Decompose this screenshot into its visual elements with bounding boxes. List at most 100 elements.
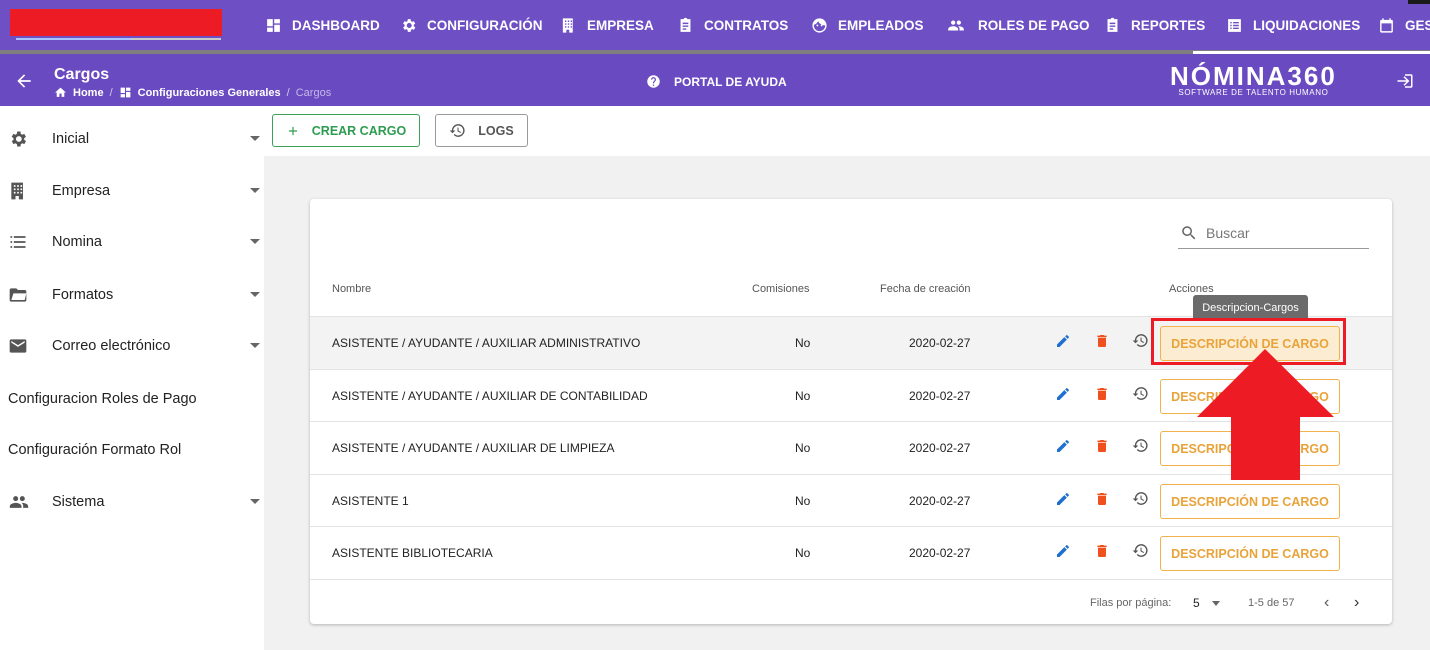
history-icon[interactable] bbox=[1132, 542, 1149, 559]
cell-comisiones: No bbox=[795, 441, 811, 455]
sidebar-item-label: Inicial bbox=[52, 131, 90, 147]
sidebar-item-config-formato[interactable]: Configuración Formato Rol bbox=[0, 425, 264, 475]
dashboard-icon bbox=[267, 18, 280, 32]
column-header-fecha[interactable]: Fecha de creación bbox=[880, 283, 971, 295]
next-page-icon[interactable]: › bbox=[1354, 594, 1359, 612]
edit-pencil-icon[interactable] bbox=[1055, 543, 1071, 559]
search-field[interactable] bbox=[1178, 217, 1369, 249]
search-input[interactable] bbox=[1206, 224, 1356, 241]
cell-nombre: ASISTENTE 1 bbox=[332, 494, 409, 508]
breadcrumb-home[interactable]: Home bbox=[73, 87, 104, 99]
help-label: PORTAL DE AYUDA bbox=[674, 74, 787, 89]
nav-dashboard[interactable]: DASHBOARD bbox=[265, 0, 380, 50]
table-pagination: Filas por página: 5 1-5 de 57 ‹ › bbox=[310, 579, 1392, 624]
folder-open-icon bbox=[9, 288, 27, 302]
chevron-down-icon bbox=[250, 136, 260, 141]
cell-comisiones: No bbox=[795, 494, 811, 508]
sidebar-item-formatos[interactable]: Formatos bbox=[0, 270, 264, 320]
logo-underline bbox=[131, 38, 221, 40]
history-icon[interactable] bbox=[1132, 332, 1149, 349]
history-icon bbox=[449, 124, 465, 137]
nav-configuracion[interactable]: CONFIGURACIÓN bbox=[400, 0, 543, 50]
gear-icon bbox=[11, 131, 27, 147]
column-header-nombre[interactable]: Nombre bbox=[332, 283, 371, 295]
delete-trash-icon[interactable] bbox=[1094, 543, 1110, 559]
sidebar-item-label: Nomina bbox=[52, 234, 102, 250]
create-cargo-button[interactable]: CREAR CARGO bbox=[272, 114, 420, 147]
create-cargo-label: CREAR CARGO bbox=[311, 123, 407, 138]
edit-pencil-icon[interactable] bbox=[1055, 491, 1071, 507]
sidebar-item-config-roles[interactable]: Configuracion Roles de Pago bbox=[0, 374, 264, 424]
history-icon[interactable] bbox=[1132, 385, 1149, 402]
cell-nombre: ASISTENTE / AYUDANTE / AUXILIAR ADMINIST… bbox=[332, 336, 641, 350]
cell-nombre: ASISTENTE / AYUDANTE / AUXILIAR DE LIMPI… bbox=[332, 441, 615, 455]
previous-page-icon[interactable]: ‹ bbox=[1324, 594, 1329, 612]
sidebar-item-empresa[interactable]: Empresa bbox=[0, 166, 264, 216]
table-row[interactable]: ASISTENTE 1 No 2020-02-27 DESCRIPCIÓN DE… bbox=[310, 474, 1392, 527]
logs-button[interactable]: LOGS bbox=[435, 114, 528, 147]
sidebar: Inicial Empresa Nomina Formatos Correo e… bbox=[0, 106, 264, 650]
logout-icon[interactable] bbox=[1396, 72, 1414, 90]
column-header-comisiones[interactable]: Comisiones bbox=[752, 283, 809, 295]
list-icon bbox=[10, 236, 26, 248]
descripcion-cargo-button[interactable]: DESCRIPCIÓN DE CARGO bbox=[1160, 484, 1340, 519]
breadcrumb-configuraciones[interactable]: Configuraciones Generales bbox=[138, 87, 281, 99]
nav-roles-de-pago[interactable]: ROLES DE PAGO bbox=[944, 0, 1090, 50]
nav-reportes[interactable]: REPORTES bbox=[1104, 0, 1205, 50]
breadcrumb: Home / Configuraciones Generales / Cargo… bbox=[54, 86, 331, 99]
history-icon[interactable] bbox=[1132, 437, 1149, 454]
nav-contratos[interactable]: CONTRATOS bbox=[677, 0, 788, 50]
nav-empleados[interactable]: EMPLEADOS bbox=[811, 0, 924, 50]
cell-nombre: ASISTENTE / AYUDANTE / AUXILIAR DE CONTA… bbox=[332, 389, 648, 403]
cell-comisiones: No bbox=[795, 336, 811, 350]
chevron-down-icon bbox=[250, 188, 260, 193]
chevron-down-icon[interactable] bbox=[1212, 601, 1220, 606]
cell-fecha: 2020-02-27 bbox=[909, 441, 971, 455]
home-icon bbox=[55, 87, 66, 97]
help-portal-link[interactable]: PORTAL DE AYUDA bbox=[646, 74, 787, 89]
rows-per-page-label: Filas por página: bbox=[1090, 597, 1172, 609]
rows-per-page-select[interactable]: 5 bbox=[1193, 596, 1200, 610]
edit-pencil-icon[interactable] bbox=[1055, 386, 1071, 402]
face-icon bbox=[812, 17, 827, 33]
window-corner bbox=[1408, 0, 1430, 4]
nav-label: LIQUIDACIONES bbox=[1253, 17, 1361, 33]
page-header: Cargos Home / Configuraciones Generales … bbox=[0, 54, 1430, 106]
breadcrumb-current: Cargos bbox=[295, 86, 332, 99]
breadcrumb-separator: / bbox=[286, 86, 290, 99]
company-logo-redacted[interactable] bbox=[10, 9, 222, 36]
nav-ges[interactable]: GES bbox=[1378, 0, 1430, 50]
back-arrow-icon[interactable] bbox=[14, 71, 34, 91]
brand-name: NÓMINA360 bbox=[1170, 61, 1337, 91]
nav-label: EMPLEADOS bbox=[838, 17, 924, 33]
delete-trash-icon[interactable] bbox=[1094, 386, 1110, 402]
edit-pencil-icon[interactable] bbox=[1055, 333, 1071, 349]
descripcion-cargo-button[interactable]: DESCRIPCIÓN DE CARGO bbox=[1160, 536, 1340, 571]
sidebar-item-label: Correo electrónico bbox=[52, 338, 171, 354]
dashboard-icon bbox=[120, 87, 130, 98]
edit-pencil-icon[interactable] bbox=[1055, 438, 1071, 454]
nav-label: REPORTES bbox=[1131, 17, 1206, 33]
chevron-down-icon bbox=[250, 292, 260, 297]
chevron-down-icon bbox=[250, 343, 260, 348]
sidebar-item-label: Sistema bbox=[52, 494, 105, 510]
history-icon[interactable] bbox=[1132, 490, 1149, 507]
delete-trash-icon[interactable] bbox=[1094, 491, 1110, 507]
sidebar-item-sistema[interactable]: Sistema bbox=[0, 477, 264, 527]
sidebar-item-nomina[interactable]: Nomina bbox=[0, 217, 264, 267]
nav-label: EMPRESA bbox=[587, 17, 654, 33]
clipboard-icon bbox=[1107, 17, 1118, 32]
sidebar-item-correo[interactable]: Correo electrónico bbox=[0, 321, 264, 371]
sidebar-item-inicial[interactable]: Inicial bbox=[0, 114, 264, 164]
clipboard-icon bbox=[680, 17, 691, 32]
delete-trash-icon[interactable] bbox=[1094, 333, 1110, 349]
cell-fecha: 2020-02-27 bbox=[909, 494, 971, 508]
nav-label: GES bbox=[1405, 17, 1430, 33]
plus-icon bbox=[288, 126, 297, 135]
pagination-range: 1-5 de 57 bbox=[1248, 597, 1295, 609]
nav-liquidaciones[interactable]: LIQUIDACIONES bbox=[1226, 0, 1360, 50]
sidebar-item-label: Configuracion Roles de Pago bbox=[8, 391, 197, 407]
nav-empresa[interactable]: EMPRESA bbox=[560, 0, 654, 50]
delete-trash-icon[interactable] bbox=[1094, 438, 1110, 454]
table-row[interactable]: ASISTENTE BIBLIOTECARIA No 2020-02-27 DE… bbox=[310, 526, 1392, 579]
